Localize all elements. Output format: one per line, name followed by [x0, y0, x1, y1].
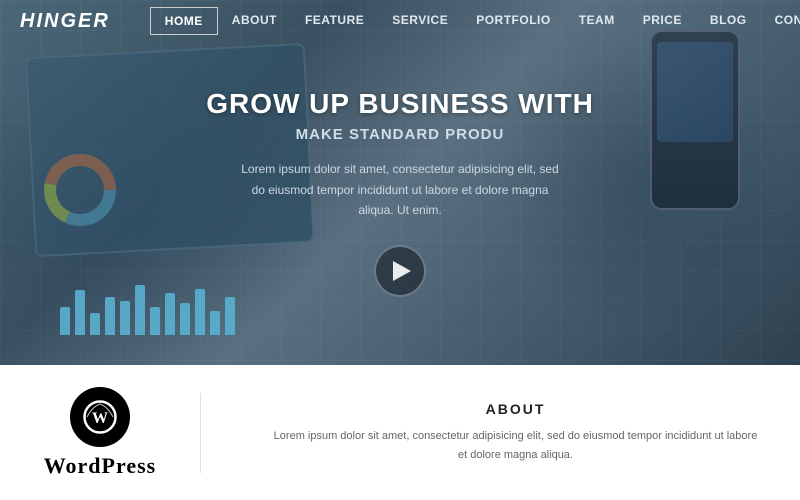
logo: HINGER — [20, 10, 110, 33]
hero-description: Lorem ipsum dolor sit amet, consectetur … — [240, 159, 560, 220]
nav-item-contact[interactable]: CONTACT — [761, 7, 800, 35]
nav-item-portfolio[interactable]: PORTFOLIO — [462, 7, 565, 35]
wordpress-circle: W — [70, 387, 130, 447]
wordpress-logo: W WordPress — [40, 387, 160, 479]
about-text: Lorem ipsum dolor sit amet, consectetur … — [271, 427, 760, 464]
vertical-divider — [200, 393, 201, 473]
nav-item-about[interactable]: ABOUT — [218, 7, 291, 35]
nav-link-feature[interactable]: FEATURE — [291, 7, 378, 33]
nav-link-contact[interactable]: CONTACT — [761, 7, 800, 33]
svg-text:W: W — [92, 410, 108, 427]
nav-link-team[interactable]: TEAM — [565, 7, 629, 33]
wordpress-icon: W — [82, 399, 118, 435]
nav-link-service[interactable]: SERVICE — [378, 7, 462, 33]
nav-link-portfolio[interactable]: PORTFOLIO — [462, 7, 565, 33]
hero-title: GROW UP BUSINESS WITH — [206, 88, 594, 120]
nav-item-price[interactable]: PRICE — [629, 7, 696, 35]
nav-link-home[interactable]: HOME — [150, 7, 218, 35]
play-button[interactable] — [374, 245, 426, 297]
wordpress-wordmark: WordPress — [44, 453, 156, 479]
nav-item-feature[interactable]: FEATURE — [291, 7, 378, 35]
hero-section: HINGER HOME ABOUT FEATURE SERVICE PORTFO… — [0, 0, 800, 365]
nav-item-blog[interactable]: BLOG — [696, 7, 761, 35]
about-title: ABOUT — [271, 401, 760, 417]
nav-link-about[interactable]: ABOUT — [218, 7, 291, 33]
nav-item-team[interactable]: TEAM — [565, 7, 629, 35]
nav-link-blog[interactable]: BLOG — [696, 7, 761, 33]
hero-subtitle: MAKE STANDARD PRODU — [296, 126, 505, 143]
nav-item-home[interactable]: HOME — [150, 7, 218, 35]
about-content: ABOUT Lorem ipsum dolor sit amet, consec… — [241, 401, 760, 464]
hero-content: GROW UP BUSINESS WITH MAKE STANDARD PROD… — [0, 0, 800, 365]
nav-item-service[interactable]: SERVICE — [378, 7, 462, 35]
play-icon — [393, 261, 411, 281]
nav-links: HOME ABOUT FEATURE SERVICE PORTFOLIO TEA… — [150, 7, 800, 35]
navigation: HINGER HOME ABOUT FEATURE SERVICE PORTFO… — [0, 0, 800, 42]
nav-link-price[interactable]: PRICE — [629, 7, 696, 33]
bottom-section: W WordPress ABOUT Lorem ipsum dolor sit … — [0, 365, 800, 500]
